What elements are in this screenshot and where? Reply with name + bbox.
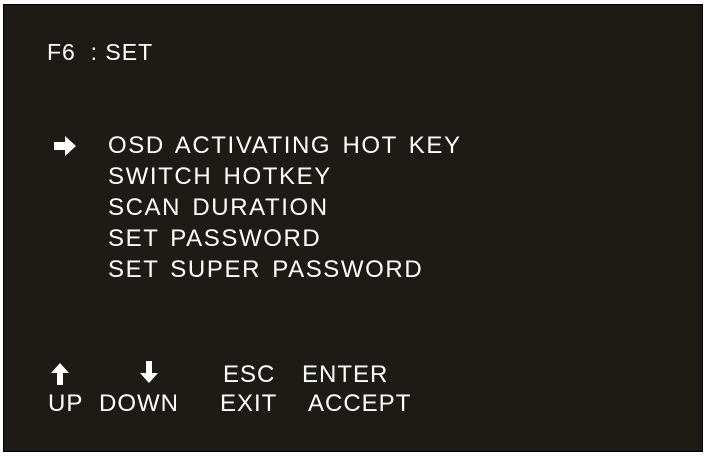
- menu-item-set-super-password[interactable]: SET SUPER PASSWORD: [108, 256, 423, 284]
- exit-key-label: EXIT: [220, 390, 278, 417]
- accept-key-label: ACCEPT: [308, 390, 412, 417]
- menu-item-set-password[interactable]: SET PASSWORD: [108, 225, 321, 253]
- osd-screen: F6 : SET OSD ACTIVATING HOT KEY SWITCH H…: [3, 4, 703, 452]
- up-key-label: UP: [48, 390, 84, 417]
- enter-key: ENTER: [302, 361, 389, 388]
- menu-item-switch-hotkey[interactable]: SWITCH HOTKEY: [108, 163, 332, 191]
- down-arrow-icon: [140, 361, 158, 383]
- menu-item-scan-duration[interactable]: SCAN DURATION: [108, 194, 329, 222]
- right-arrow-icon: [54, 136, 76, 156]
- down-key-label: DOWN: [99, 390, 179, 417]
- menu-item-osd-activating-hotkey[interactable]: OSD ACTIVATING HOT KEY: [108, 132, 462, 160]
- esc-key: ESC: [223, 361, 276, 388]
- up-arrow-icon: [51, 363, 69, 385]
